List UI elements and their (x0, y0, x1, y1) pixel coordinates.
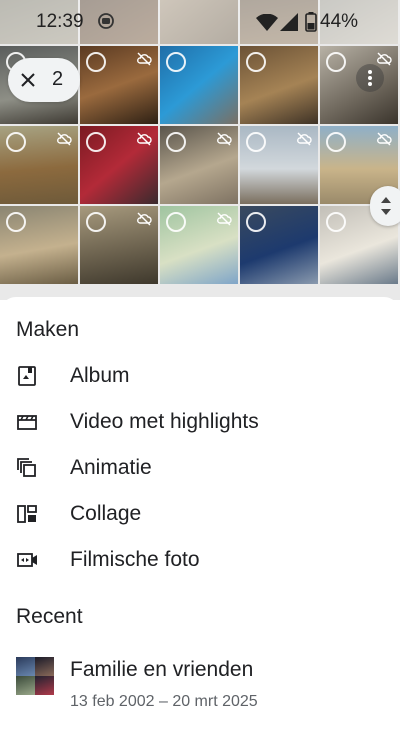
selection-circle[interactable] (246, 52, 266, 72)
cloud-off-icon (57, 132, 72, 146)
movie-clapper-icon (17, 415, 37, 430)
fast-scroll-handle[interactable] (370, 186, 400, 226)
recent-album-date-range: 13 feb 2002 – 20 mrt 2025 (70, 693, 258, 710)
menu-item-cinematic-photo[interactable]: Filmische foto (0, 537, 400, 583)
cloud-off-icon (217, 132, 232, 146)
menu-item-label: Collage (70, 502, 142, 525)
photo-thumbnail[interactable] (240, 206, 318, 284)
selection-circle[interactable] (166, 132, 186, 152)
notification-app-icon (98, 13, 114, 29)
cloud-off-icon (137, 212, 152, 226)
menu-item-label: Filmische foto (70, 548, 200, 571)
photo-thumbnail[interactable] (160, 46, 238, 124)
menu-item-collage[interactable]: Collage (0, 491, 400, 537)
selection-circle[interactable] (86, 52, 106, 72)
wifi-icon (256, 14, 278, 31)
album-thumbnail (16, 657, 54, 695)
cloud-off-icon (297, 132, 312, 146)
cloud-off-icon (137, 52, 152, 66)
cloud-off-icon (377, 52, 392, 66)
photo-thumbnail[interactable] (0, 206, 78, 284)
cinematic-photo-icon (17, 553, 37, 567)
more-vert-icon (368, 70, 372, 74)
selection-chip[interactable]: 2 (8, 58, 80, 102)
animation-icon (17, 458, 36, 477)
selection-circle[interactable] (6, 132, 26, 152)
menu-item-label: Animatie (70, 456, 152, 479)
photo-grid (0, 0, 400, 300)
selection-circle[interactable] (326, 52, 346, 72)
battery-icon (305, 12, 317, 32)
battery-percentage: 44% (320, 11, 359, 32)
collage-icon (17, 505, 37, 523)
selection-circle[interactable] (86, 212, 106, 232)
selection-circle[interactable] (246, 132, 266, 152)
selection-circle[interactable] (86, 132, 106, 152)
cloud-off-icon (137, 132, 152, 146)
more-options-button[interactable] (356, 64, 384, 92)
cloud-off-icon (377, 132, 392, 146)
menu-item-album[interactable]: Album (0, 353, 400, 399)
menu-item-label: Video met highlights (70, 410, 259, 433)
create-section-title: Maken (16, 318, 80, 341)
recent-album-title: Familie en vrienden (70, 658, 254, 681)
create-bottom-sheet: Maken Album Video met highlights Animati… (0, 297, 400, 729)
selection-circle[interactable] (326, 212, 346, 232)
menu-item-animation[interactable]: Animatie (0, 445, 400, 491)
selection-circle[interactable] (166, 212, 186, 232)
album-icon (18, 366, 36, 386)
status-time: 12:39 (36, 11, 84, 32)
recent-section-title: Recent (16, 605, 83, 628)
recent-album-item[interactable]: Familie en vrienden 13 feb 2002 – 20 mrt… (0, 655, 400, 717)
status-bar: 12:39 44% (0, 0, 400, 44)
cloud-off-icon (217, 212, 232, 226)
menu-item-highlight-video[interactable]: Video met highlights (0, 399, 400, 445)
selection-circle[interactable] (246, 212, 266, 232)
selection-count: 2 (52, 68, 64, 90)
cell-signal-icon (280, 13, 298, 31)
photo-thumbnail[interactable] (240, 46, 318, 124)
selection-circle[interactable] (326, 132, 346, 152)
selection-circle[interactable] (166, 52, 186, 72)
selection-circle[interactable] (6, 212, 26, 232)
scroll-arrows-icon (381, 197, 391, 215)
menu-item-label: Album (70, 364, 130, 387)
close-icon[interactable] (20, 72, 36, 88)
